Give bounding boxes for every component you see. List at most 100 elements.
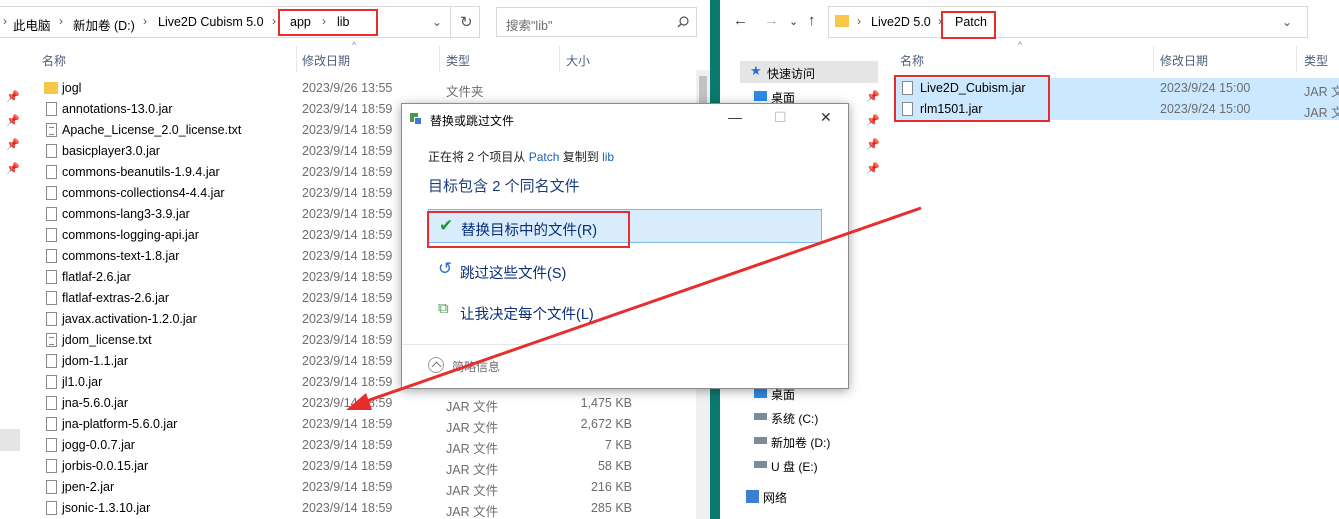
file-date: 2023/9/14 18:59 <box>302 270 393 284</box>
maximize-button[interactable]: ☐ <box>774 109 787 126</box>
search-placeholder: 搜索"lib" <box>506 19 553 33</box>
file-icon <box>46 312 57 326</box>
file-icon <box>46 270 57 284</box>
file-type: JAR 文件 <box>446 421 499 435</box>
file-icon <box>46 291 57 305</box>
history-dropdown-icon[interactable]: ⌄ <box>1282 15 1292 29</box>
file-icon <box>46 207 57 221</box>
file-name: commons-beanutils-1.9.4.jar <box>62 165 220 179</box>
column-header-date[interactable]: 修改日期 <box>1160 52 1208 69</box>
pin-icon: 📌 <box>866 139 880 151</box>
recent-locations-icon[interactable]: ⌄ <box>789 15 798 28</box>
file-name: javax.activation-1.2.0.jar <box>62 312 197 326</box>
column-divider <box>296 46 297 72</box>
desktop-icon <box>754 388 767 398</box>
file-size: 58 KB <box>597 459 632 473</box>
search-icon[interactable] <box>677 16 689 28</box>
dialog-heading: 目标包含 2 个同名文件 <box>428 178 580 195</box>
file-date: 2023/9/26 13:55 <box>302 81 393 95</box>
expand-details-icon[interactable] <box>428 357 444 373</box>
pin-icon: 📌 <box>866 91 880 103</box>
column-header-date[interactable]: 修改日期 <box>302 52 350 69</box>
breadcrumb-this-pc[interactable]: 此电脑 <box>13 15 51 34</box>
file-date: 2023/9/24 15:00 <box>1160 102 1251 116</box>
divider <box>450 7 451 37</box>
history-dropdown-icon[interactable]: ⌄ <box>432 15 442 29</box>
file-size: 285 KB <box>590 501 632 515</box>
file-row[interactable]: jsonic-1.3.10.jar 2023/9/14 18:59 JAR 文件 28… <box>0 498 632 519</box>
file-row[interactable]: jogg-0.0.7.jar 2023/9/14 18:59 JAR 文件 7 KB <box>0 435 632 456</box>
column-divider <box>1153 46 1154 72</box>
file-date: 2023/9/14 18:59 <box>302 312 393 326</box>
more-details-toggle[interactable]: 简略信息 <box>452 358 500 375</box>
breadcrumb-live2d[interactable]: Live2D Cubism 5.0 <box>158 15 264 29</box>
file-date: 2023/9/24 15:00 <box>1160 81 1251 95</box>
file-date: 2023/9/14 18:59 <box>302 417 393 431</box>
compare-files-icon: ⧉ <box>438 300 449 317</box>
file-icon <box>46 144 57 158</box>
close-button[interactable]: ✕ <box>820 109 832 126</box>
file-type: JAR 文件 <box>446 442 499 456</box>
info-middle: 复制到 <box>562 150 599 164</box>
column-header-size[interactable]: 大小 <box>566 52 590 69</box>
forward-button[interactable]: → <box>764 12 779 29</box>
file-type: JAR 文 <box>1304 106 1339 120</box>
address-bar[interactable]: › 此电脑 › 新加卷 (D:) › Live2D Cubism 5.0 › a… <box>0 6 480 38</box>
column-header-name[interactable]: 名称 <box>900 52 924 69</box>
breadcrumb-separator-icon: › <box>272 14 276 28</box>
file-row[interactable]: jogl 2023/9/26 13:55 文件夹 <box>0 78 632 99</box>
file-icon <box>46 186 57 200</box>
file-row[interactable]: jna-platform-5.6.0.jar 2023/9/14 18:59 JAR… <box>0 414 632 435</box>
file-date: 2023/9/14 18:59 <box>302 102 393 116</box>
breadcrumb-drive-d[interactable]: 新加卷 (D:) <box>73 15 135 34</box>
file-date: 2023/9/14 18:59 <box>302 375 393 389</box>
column-header-name[interactable]: 名称 <box>42 52 66 69</box>
file-date: 2023/9/14 18:59 <box>302 501 393 515</box>
address-bar[interactable]: › Live2D 5.0 › Patch ⌄ <box>828 6 1308 38</box>
copy-info-text: 正在将 2 个项目从 Patch 复制到 lib <box>428 148 614 165</box>
highlight-box <box>278 9 378 36</box>
file-icon <box>46 375 57 389</box>
sort-ascending-icon: ^ <box>1018 40 1023 50</box>
back-button[interactable]: ← <box>733 12 748 29</box>
skip-files-option[interactable]: ↺ 跳过这些文件(S) <box>428 253 822 287</box>
folder-icon <box>44 82 58 94</box>
file-name: jna-platform-5.6.0.jar <box>62 417 178 431</box>
sort-ascending-icon: ^ <box>352 40 357 50</box>
dialog-divider <box>402 344 848 345</box>
file-row[interactable]: jpen-2.jar 2023/9/14 18:59 JAR 文件 216 KB <box>0 477 632 498</box>
highlight-box <box>427 211 630 248</box>
dialog-title: 替换或跳过文件 <box>430 114 515 128</box>
up-button[interactable]: ↑ <box>808 12 816 29</box>
column-header-type[interactable]: 类型 <box>1304 52 1328 69</box>
file-name: flatlaf-extras-2.6.jar <box>62 291 169 305</box>
file-row[interactable]: jna-5.6.0.jar 2023/9/14 18:59 JAR 文件 1,475 … <box>0 393 632 414</box>
info-prefix: 正在将 2 个项目从 <box>428 150 526 164</box>
pin-icon: 📌 <box>866 163 880 175</box>
file-type: JAR 文 <box>1304 85 1339 99</box>
file-name: commons-lang3-3.9.jar <box>62 207 190 221</box>
decide-each-file-option[interactable]: ⧉ 让我决定每个文件(L) <box>428 294 822 328</box>
refresh-icon[interactable]: ↻ <box>460 13 473 31</box>
target-folder-link[interactable]: lib <box>602 150 614 164</box>
file-icon <box>46 249 57 263</box>
file-date: 2023/9/14 18:59 <box>302 459 393 473</box>
source-folder-link[interactable]: Patch <box>529 150 560 164</box>
file-name: jsonic-1.3.10.jar <box>62 501 151 515</box>
file-icon <box>46 480 57 494</box>
file-icon <box>46 459 57 473</box>
copy-files-icon <box>410 113 422 125</box>
file-date: 2023/9/14 18:59 <box>302 354 393 368</box>
file-date: 2023/9/14 18:59 <box>302 144 393 158</box>
breadcrumb-separator-icon: › <box>59 14 63 28</box>
file-size: 7 KB <box>604 438 632 452</box>
minimize-button[interactable]: — <box>728 109 742 125</box>
breadcrumb-live2d[interactable]: Live2D 5.0 <box>871 15 931 29</box>
file-row[interactable]: jorbis-0.0.15.jar 2023/9/14 18:59 JAR 文件 58… <box>0 456 632 477</box>
search-box[interactable]: 搜索"lib" <box>496 7 697 37</box>
file-name: commons-logging-api.jar <box>62 228 199 242</box>
column-divider <box>439 46 440 72</box>
file-date: 2023/9/14 18:59 <box>302 123 393 137</box>
highlight-box <box>941 11 996 39</box>
column-header-type[interactable]: 类型 <box>446 52 470 69</box>
